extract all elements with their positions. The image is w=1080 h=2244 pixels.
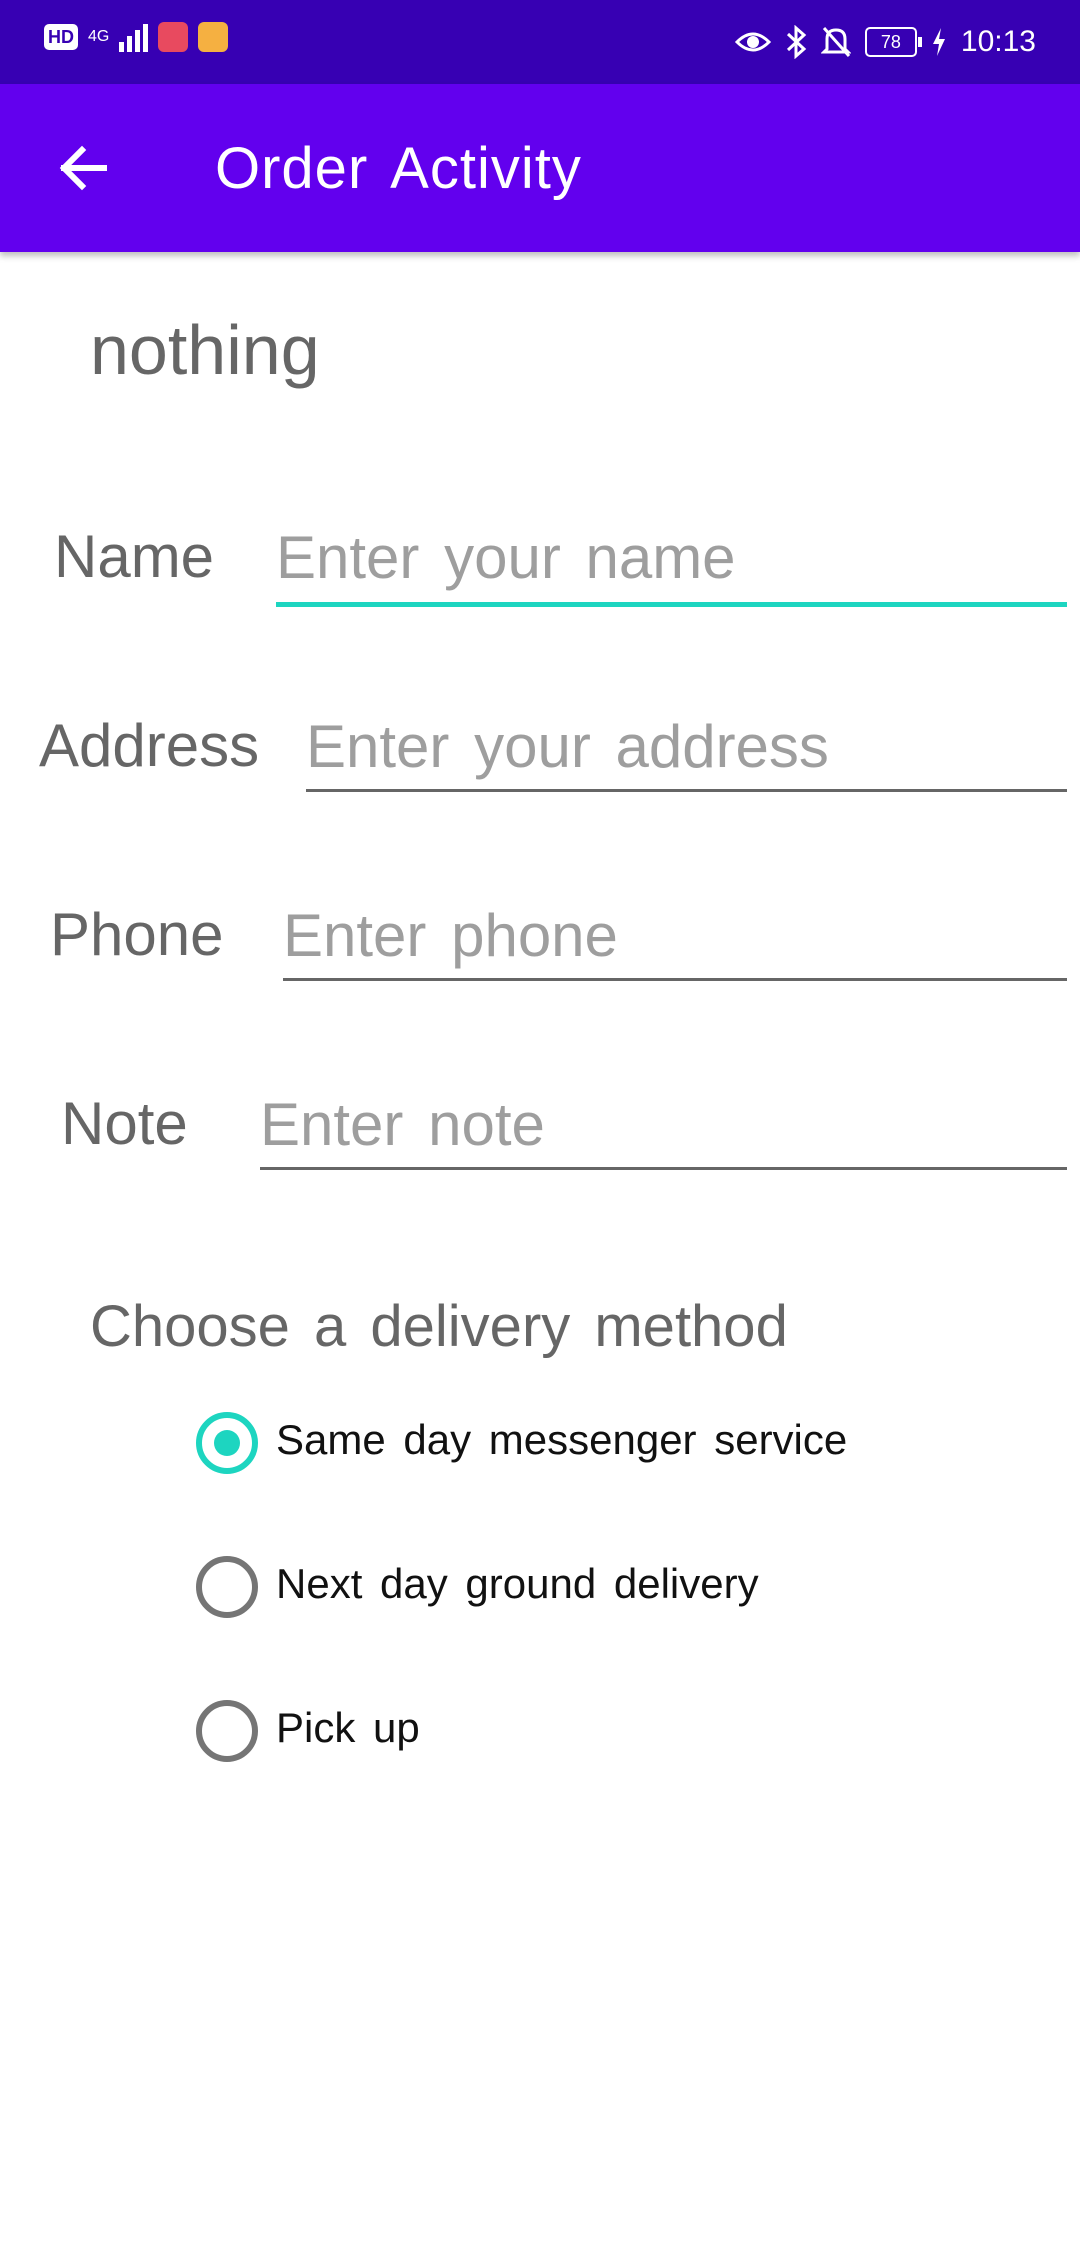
mute-icon (820, 27, 851, 57)
signal-icon (119, 22, 149, 52)
bluetooth-icon (786, 25, 807, 59)
book-app-icon (158, 22, 189, 52)
cup-app-icon (198, 22, 229, 52)
radio-option-next-day[interactable]: Next day ground delivery (196, 1552, 996, 1622)
radio-option-same-day[interactable]: Same day messenger service (196, 1408, 996, 1478)
address-label: Address (39, 712, 260, 779)
note-label: Note (61, 1090, 188, 1157)
charging-icon (932, 28, 945, 56)
radio-option-pick-up[interactable]: Pick up (196, 1696, 996, 1766)
hd-icon: HD (44, 24, 78, 50)
radio-button[interactable] (196, 1700, 258, 1762)
header-text: nothing (90, 311, 320, 389)
name-input-underline (276, 602, 1067, 607)
radio-label: Next day ground delivery (276, 1560, 759, 1607)
radio-button-checked[interactable] (196, 1412, 258, 1474)
back-button[interactable] (48, 132, 120, 204)
note-input-underline (260, 1167, 1067, 1170)
radio-dot (214, 1430, 240, 1456)
phone-input-underline (283, 978, 1067, 981)
eye-icon (734, 32, 771, 52)
status-bar: HD 4G 78 10:13 (0, 0, 1080, 84)
address-input-underline (306, 789, 1067, 792)
radio-label: Same day messenger service (276, 1416, 848, 1463)
app-bar: Order Activity (0, 84, 1080, 252)
phone-input[interactable] (283, 898, 1066, 972)
radio-button[interactable] (196, 1556, 258, 1618)
arrow-left-icon (59, 145, 107, 191)
address-input[interactable] (306, 709, 1066, 783)
phone-label: Phone (50, 901, 224, 968)
name-input[interactable] (276, 520, 1066, 594)
network-type: 4G (88, 28, 110, 45)
note-input[interactable] (260, 1087, 1066, 1161)
radio-label: Pick up (276, 1704, 420, 1751)
clock: 10:13 (960, 25, 1036, 58)
delivery-method-prompt: Choose a delivery method (90, 1294, 788, 1359)
name-label: Name (54, 523, 215, 590)
page-title: Order Activity (215, 136, 582, 201)
battery-icon: 78 (864, 27, 922, 57)
